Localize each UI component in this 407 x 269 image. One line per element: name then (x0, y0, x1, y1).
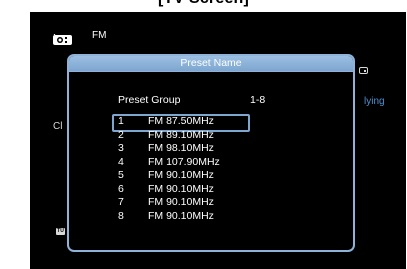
preset-item-4[interactable]: 4 FM 107.90MHz (118, 156, 220, 170)
preset-item-1[interactable]: 1 FM 87.50MHz (112, 114, 250, 132)
background-playing-text: lying (364, 96, 385, 107)
preset-item-2[interactable]: 2 FM 89.10MHz (118, 129, 220, 143)
preset-group-value[interactable]: 1-8 (250, 94, 265, 106)
dialog-title: Preset Name (69, 56, 353, 72)
radio-icon (53, 34, 72, 45)
preset-frequency: FM 90.10MHz (148, 209, 214, 222)
remote-icon (359, 67, 368, 74)
preset-number: 7 (118, 196, 124, 208)
preset-number: 8 (118, 209, 124, 222)
tv-screen: FM Cl lying TU Preset Name Preset Group … (30, 12, 406, 269)
tuner-badge: TU (56, 228, 65, 235)
band-label: FM (92, 30, 107, 41)
preset-item-8[interactable]: 8 FM 90.10MHz (118, 210, 220, 224)
preset-frequency: FM 90.10MHz (148, 169, 214, 181)
preset-frequency: FM 89.10MHz (148, 128, 214, 141)
preset-number: 1 (118, 115, 124, 127)
preset-number: 5 (118, 169, 124, 181)
caption: [TV Screen] (0, 0, 407, 8)
preset-frequency: FM 90.10MHz (148, 196, 214, 208)
preset-item-7[interactable]: 7 FM 90.10MHz (118, 196, 220, 210)
preset-frequency: FM 98.10MHz (148, 142, 214, 154)
preset-number: 4 (118, 155, 124, 168)
preset-item-5[interactable]: 5 FM 90.10MHz (118, 169, 220, 183)
preset-list: 1 FM 87.50MHz 2 FM 89.10MHz 3 FM 98.10MHz 4… (112, 114, 250, 224)
preset-number: 6 (118, 182, 124, 195)
preset-name-dialog: Preset Name Preset Group 1-8 1 FM 87.50MH… (67, 54, 355, 252)
preset-frequency: FM 87.50MHz (148, 115, 214, 127)
preset-item-3[interactable]: 3 FM 98.10MHz (118, 142, 220, 156)
preset-group-label: Preset Group (118, 94, 181, 106)
preset-item-6[interactable]: 6 FM 90.10MHz (118, 183, 220, 197)
preset-frequency: FM 107.90MHz (148, 155, 220, 168)
background-menu-text: Cl (53, 121, 63, 132)
preset-number: 3 (118, 142, 124, 154)
preset-frequency: FM 90.10MHz (148, 182, 214, 195)
preset-number: 2 (118, 128, 124, 141)
